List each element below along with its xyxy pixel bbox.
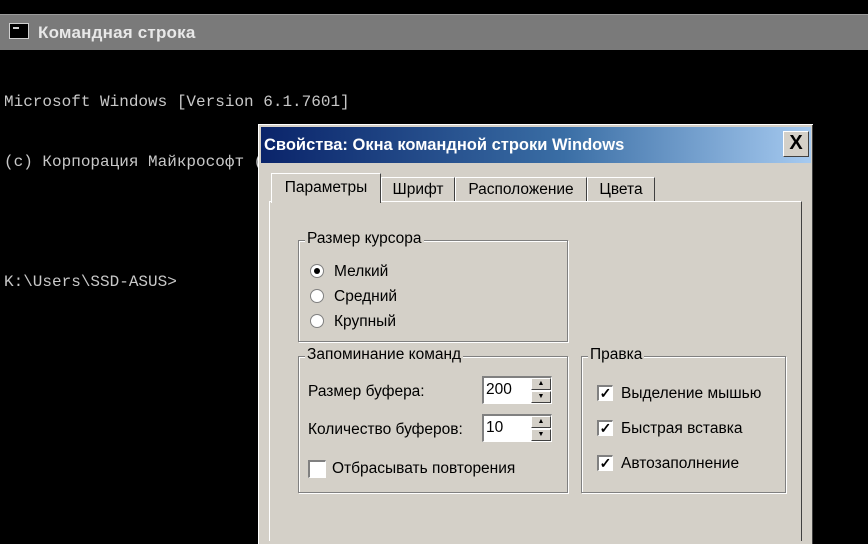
close-button[interactable]: X — [783, 131, 809, 157]
console-title: Командная строка — [38, 23, 196, 42]
console-titlebar[interactable]: Командная строка — [0, 14, 868, 50]
arrow-up-icon: ▲ — [537, 380, 545, 387]
group-title: Правка — [588, 346, 645, 364]
spin-down-button[interactable]: ▼ — [531, 391, 551, 403]
tab-parameters[interactable]: Параметры — [271, 173, 381, 203]
buffer-size-row: Размер буфера: 200 ▲ ▼ — [308, 376, 558, 404]
buffer-size-value[interactable]: 200 — [486, 380, 512, 400]
group-title: Запоминание команд — [305, 346, 464, 364]
tab-panel-parameters: Размер курсора Мелкий Средний Крупный За… — [269, 201, 802, 541]
buffer-count-row: Количество буферов: 10 ▲ ▼ — [308, 414, 558, 442]
spin-up-button[interactable]: ▲ — [531, 378, 551, 390]
buffer-size-stepper[interactable]: 200 ▲ ▼ — [482, 376, 552, 404]
console-line: Microsoft Windows [Version 6.1.7601] — [4, 93, 350, 111]
spin-up-button[interactable]: ▲ — [531, 416, 551, 428]
checkbox-label: Автозаполнение — [621, 455, 740, 472]
radio-label: Средний — [334, 288, 398, 305]
spin-buttons: ▲ ▼ — [531, 378, 551, 403]
checkbox-checked-icon: ✓ — [597, 385, 613, 401]
tab-label: Параметры — [284, 179, 368, 196]
tab-label: Цвета — [599, 181, 643, 198]
console-window-icon[interactable] — [9, 23, 29, 39]
dialog-titlebar[interactable]: Свойства: Окна командной строки Windows … — [261, 127, 811, 163]
radio-label: Мелкий — [334, 263, 389, 280]
checkbox-unchecked-icon — [308, 460, 326, 478]
arrow-down-icon: ▼ — [537, 393, 545, 400]
tab-label: Расположение — [468, 181, 574, 198]
checkbox-label: Быстрая вставка — [621, 420, 743, 437]
close-icon: X — [789, 132, 803, 154]
edit-options-group: Правка ✓ Выделение мышью ✓ Быстрая встав… — [581, 346, 786, 493]
spin-down-button[interactable]: ▼ — [531, 429, 551, 441]
spin-buttons: ▲ ▼ — [531, 416, 551, 441]
arrow-down-icon: ▼ — [537, 431, 545, 438]
buffer-count-label: Количество буферов: — [308, 421, 463, 438]
properties-dialog: Свойства: Окна командной строки Windows … — [258, 124, 813, 544]
radio-label: Крупный — [334, 313, 396, 330]
checkbox-label: Отбрасывать повторения — [332, 460, 516, 477]
buffer-count-value[interactable]: 10 — [486, 418, 503, 438]
checkbox-label: Выделение мышью — [621, 385, 762, 402]
checkbox-checked-icon: ✓ — [597, 455, 613, 471]
buffer-count-stepper[interactable]: 10 ▲ ▼ — [482, 414, 552, 442]
tab-colors[interactable]: Цвета — [587, 177, 655, 201]
tab-font[interactable]: Шрифт — [381, 177, 455, 201]
checkbox-checked-icon: ✓ — [597, 420, 613, 436]
tab-layout[interactable]: Расположение — [455, 177, 587, 201]
radio-icon — [310, 314, 324, 328]
buffer-size-label: Размер буфера: — [308, 383, 425, 400]
group-title: Размер курсора — [305, 230, 424, 248]
radio-selected-icon — [310, 264, 324, 278]
radio-icon — [310, 289, 324, 303]
tab-label: Шрифт — [392, 181, 444, 198]
cursor-size-group: Размер курсора Мелкий Средний Крупный — [298, 230, 568, 342]
arrow-up-icon: ▲ — [537, 418, 545, 425]
command-history-group: Запоминание команд Размер буфера: 200 ▲ … — [298, 346, 568, 493]
dialog-title: Свойства: Окна командной строки Windows — [264, 136, 625, 154]
